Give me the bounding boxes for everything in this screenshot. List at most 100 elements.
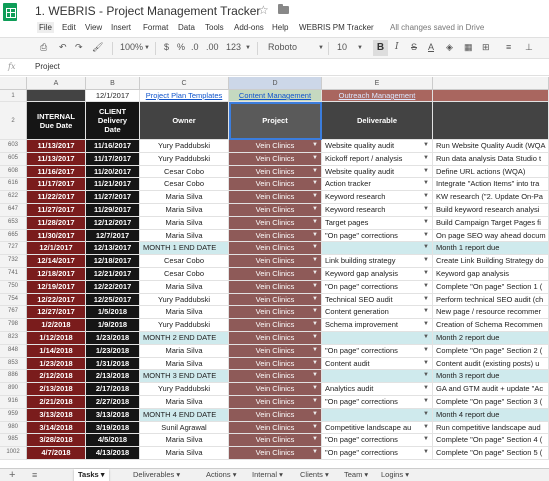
dropdown-arrow-icon[interactable]: ▼ <box>312 166 318 178</box>
sheet-tab-team[interactable]: Team ▾ <box>340 469 372 481</box>
sheet-tab-clients[interactable]: Clients ▾ <box>296 469 333 481</box>
dropdown-arrow-icon[interactable]: ▼ <box>312 332 318 344</box>
row-number[interactable]: 823 <box>0 332 27 345</box>
dropdown-arrow-icon[interactable]: ▼ <box>312 345 318 357</box>
row-number[interactable]: 767 <box>0 306 27 320</box>
cell-task[interactable]: On page SEO way ahead docum <box>433 229 549 243</box>
cell-internal-due-date[interactable]: 3/14/2018 <box>27 421 86 435</box>
dropdown-arrow-icon[interactable]: ▼ <box>312 447 318 459</box>
number-format-select[interactable]: 123 <box>226 42 241 52</box>
cell-project[interactable]: Vein Clinics ▼ <box>229 280 322 294</box>
header-project[interactable]: Project <box>229 102 322 140</box>
cell-task[interactable]: Creation of Schema Recommen <box>433 319 549 332</box>
row-number[interactable]: 959 <box>0 408 27 422</box>
column-header-d[interactable]: D <box>229 77 322 90</box>
cell-client-delivery-date[interactable]: 1/9/2018 <box>86 319 140 332</box>
dropdown-arrow-icon[interactable]: ▼ <box>312 255 318 267</box>
cell-project[interactable]: Vein Clinics ▼ <box>229 255 322 268</box>
fill-color-icon[interactable]: ◈ <box>446 42 453 53</box>
dropdown-arrow-icon[interactable]: ▼ <box>312 434 318 446</box>
cell-deliverable[interactable]: Keyword gap analysis ▼ <box>322 268 433 281</box>
menu-data[interactable]: Data <box>178 23 195 32</box>
borders-icon[interactable]: ▦ <box>464 42 473 53</box>
cell-internal-due-date[interactable]: 1/12/2018 <box>27 332 86 345</box>
cell-deliverable[interactable]: Website quality audit ▼ <box>322 165 433 179</box>
row-number[interactable]: 798 <box>0 319 27 332</box>
row-number[interactable]: 980 <box>0 421 27 435</box>
cell-owner[interactable]: Cesar Cobo <box>140 268 229 281</box>
sheets-logo-icon[interactable] <box>3 3 17 21</box>
cell-project[interactable]: Vein Clinics ▼ <box>229 229 322 243</box>
cell-task[interactable]: GA and GTM audit + update "Ac <box>433 383 549 396</box>
cell-deliverable[interactable]: "On page" corrections ▼ <box>322 344 433 358</box>
menu-insert[interactable]: Insert <box>111 23 131 32</box>
cell-client-delivery-date[interactable]: 4/13/2018 <box>86 447 140 460</box>
cell-client-delivery-date[interactable]: 11/17/2017 <box>86 152 140 166</box>
dropdown-arrow-icon[interactable]: ▼ <box>312 306 318 318</box>
cell-project[interactable]: Vein Clinics ▼ <box>229 383 322 396</box>
select-all-corner[interactable] <box>0 77 27 90</box>
row-number[interactable]: 848 <box>0 344 27 358</box>
cell-deliverable[interactable]: "On page" corrections ▼ <box>322 280 433 294</box>
cell-owner[interactable]: Maria Silva <box>140 216 229 230</box>
sheet-tab-deliverables[interactable]: Deliverables ▾ <box>129 469 184 481</box>
dropdown-arrow-icon[interactable]: ▼ <box>423 294 429 306</box>
zoom-select[interactable]: 100% <box>120 42 143 52</box>
row-number[interactable]: 750 <box>0 280 27 294</box>
row-number[interactable]: 665 <box>0 229 27 243</box>
decrease-decimal-button[interactable]: .0 <box>191 42 199 52</box>
cell-project[interactable]: Vein Clinics ▼ <box>229 408 322 422</box>
cell-project[interactable]: Vein Clinics ▼ <box>229 178 322 192</box>
font-family-select[interactable]: Roboto <box>268 42 297 52</box>
all-sheets-icon[interactable]: ≡ <box>32 469 37 481</box>
cell-owner[interactable]: Maria Silva <box>140 306 229 320</box>
cell-owner[interactable]: Maria Silva <box>140 204 229 217</box>
bold-button[interactable]: B <box>373 40 388 56</box>
row-number[interactable]: 647 <box>0 204 27 217</box>
cell-client-delivery-date[interactable]: 12/25/2017 <box>86 293 140 307</box>
row-number[interactable]: 608 <box>0 165 27 179</box>
dropdown-arrow-icon[interactable]: ▼ <box>312 370 318 382</box>
cell-internal-due-date[interactable]: 11/13/2017 <box>27 140 86 153</box>
column-header-a[interactable]: A <box>27 77 86 90</box>
cell-internal-due-date[interactable]: 1/23/2018 <box>27 357 86 371</box>
italic-button[interactable]: I <box>395 42 399 52</box>
cell-owner[interactable]: Yury Paddubski <box>140 140 229 153</box>
cell-task[interactable]: Run data analysis Data Studio t <box>433 152 549 166</box>
cell-internal-due-date[interactable]: 3/28/2018 <box>27 434 86 448</box>
dropdown-arrow-icon[interactable]: ▼ <box>423 178 429 190</box>
dropdown-arrow-icon[interactable]: ▼ <box>423 422 429 434</box>
dropdown-arrow-icon[interactable]: ▼ <box>423 409 429 421</box>
paint-format-icon[interactable]: 🖌 <box>92 42 103 53</box>
cell-client-delivery-date[interactable]: 11/21/2017 <box>86 178 140 192</box>
cell-task[interactable]: Complete "On page" Section 5 ( <box>433 447 549 460</box>
cell-client-delivery-date[interactable]: 1/23/2018 <box>86 332 140 345</box>
cell-project[interactable]: Vein Clinics ▼ <box>229 268 322 281</box>
row-number[interactable]: 741 <box>0 268 27 281</box>
cell-internal-due-date[interactable]: 12/22/2017 <box>27 293 86 307</box>
cell-owner[interactable]: Maria Silva <box>140 280 229 294</box>
row-number[interactable]: 1 <box>0 90 27 102</box>
cell-client-delivery-date[interactable]: 12/13/2017 <box>86 242 140 256</box>
cell-task[interactable]: New page / resource recommer <box>433 306 549 320</box>
row-number[interactable]: 853 <box>0 357 27 371</box>
cell-deliverable[interactable]: Link building strategy ▼ <box>322 255 433 268</box>
dropdown-arrow-icon[interactable]: ▼ <box>423 332 429 344</box>
sheet-tab-logins[interactable]: Logins ▾ <box>377 469 413 481</box>
dropdown-arrow-icon[interactable]: ▼ <box>423 370 429 382</box>
menu-webris-pm-tracker[interactable]: WEBRIS PM Tracker <box>299 23 374 32</box>
cell-owner[interactable]: MONTH 2 END DATE <box>140 332 229 345</box>
row-number[interactable]: 886 <box>0 370 27 384</box>
cell-client-delivery-date[interactable]: 3/19/2018 <box>86 421 140 435</box>
row-number[interactable]: 605 <box>0 152 27 166</box>
column-header-b[interactable]: B <box>86 77 140 90</box>
cell-internal-due-date[interactable]: 12/19/2017 <box>27 280 86 294</box>
cell-task[interactable]: Complete "On page" Section 4 ( <box>433 434 549 448</box>
dropdown-arrow-icon[interactable]: ▼ <box>312 319 318 331</box>
cell-internal-due-date[interactable]: 2/21/2018 <box>27 396 86 409</box>
cell-deliverable[interactable]: Action tracker ▼ <box>322 178 433 192</box>
dropdown-arrow-icon[interactable]: ▼ <box>312 140 318 152</box>
cell-project[interactable]: Vein Clinics ▼ <box>229 319 322 332</box>
cell-owner[interactable]: Cesar Cobo <box>140 178 229 192</box>
cell-deliverable[interactable]: "On page" corrections ▼ <box>322 396 433 409</box>
